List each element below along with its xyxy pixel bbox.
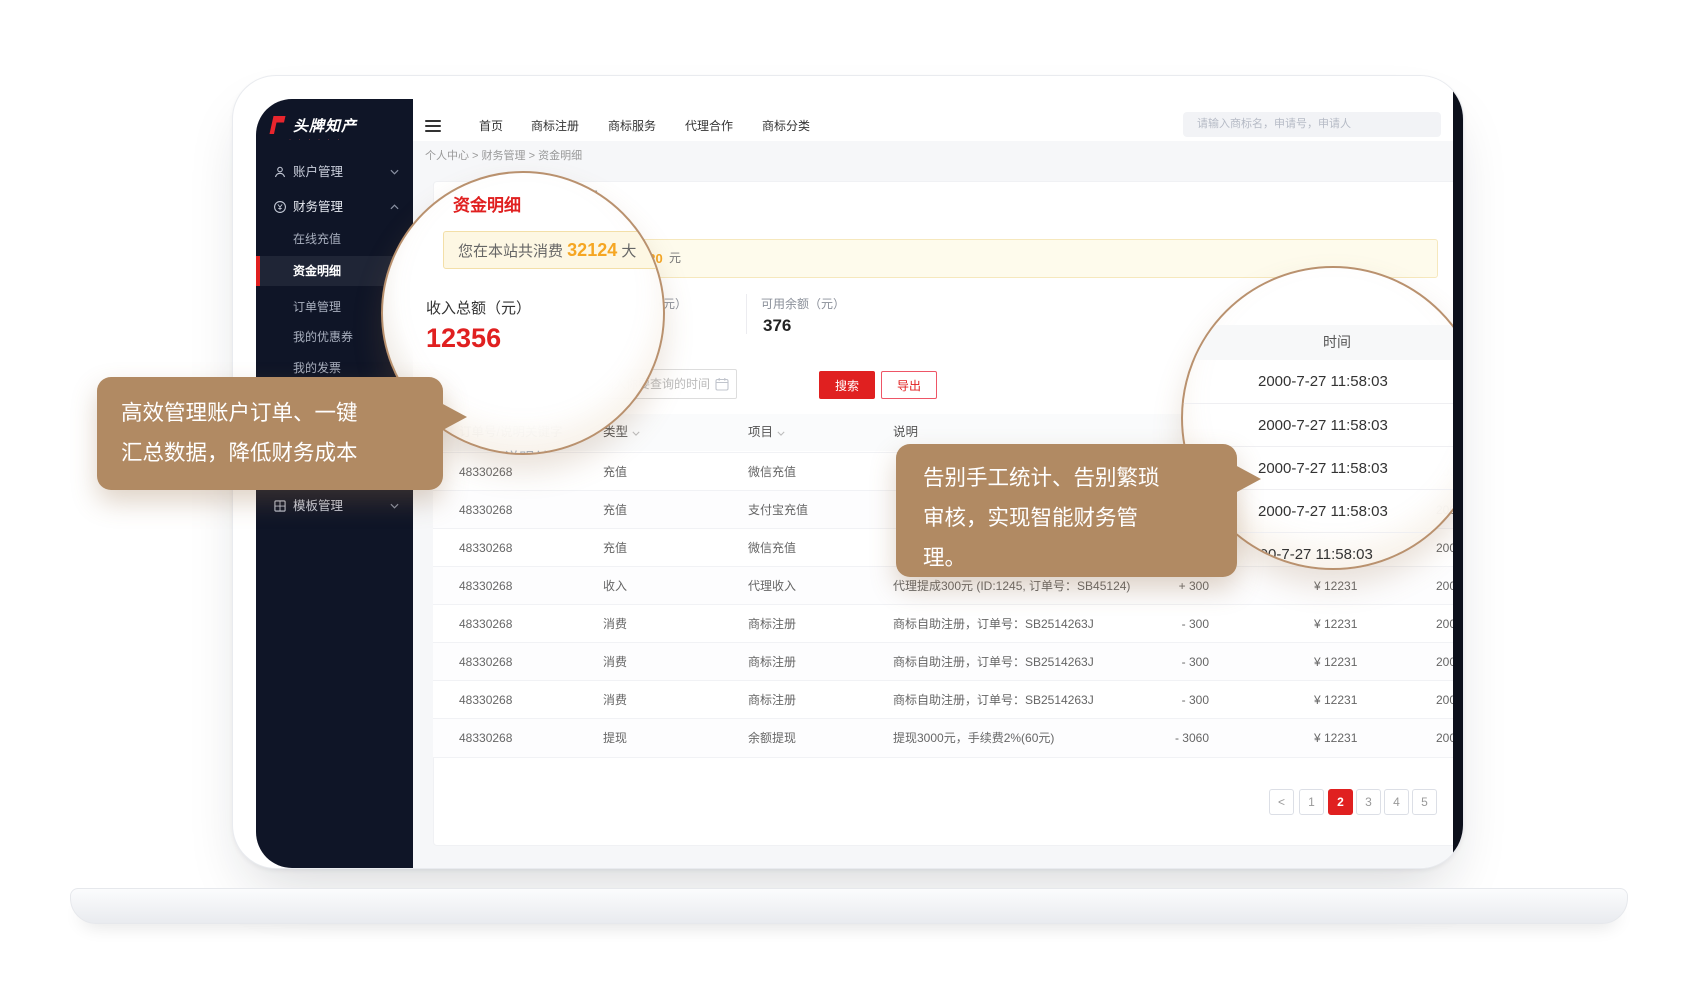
callout-left: 高效管理账户订单、一键 汇总数据，降低财务成本 [97, 377, 443, 490]
sidebar-item-templates[interactable]: 模板管理 [256, 491, 413, 521]
nav-trademark-service[interactable]: 商标服务 [608, 117, 656, 134]
logo[interactable]: 头牌知产 [266, 114, 357, 136]
breadcrumb: 个人中心 > 财务管理 > 资金明细 [413, 141, 1463, 171]
sidebar-item-account[interactable]: 账户管理 [256, 157, 413, 187]
sort-chevron-icon [777, 431, 785, 436]
magnified-time-row: 2000-7-27 11:58:03 [1183, 403, 1464, 447]
pagination-page-1[interactable]: 1 [1299, 789, 1324, 815]
magnified-banner: 您在本站共消费 32124 大 [443, 231, 665, 269]
balance-value: 376 [763, 316, 791, 336]
magnified-tab-label: 资金明细 [453, 191, 521, 216]
header-project[interactable]: 项目 [748, 414, 785, 451]
brand-name: 头牌知产 [293, 115, 357, 136]
callout-tail [441, 403, 467, 431]
brand-icon [266, 114, 288, 136]
magnified-income-value: 12356 [426, 323, 501, 354]
table-row: 48330268提现余额提现提现3000元，手续费2%(60元)- 3060¥ … [433, 718, 1463, 758]
laptop-base [70, 888, 1628, 924]
menu-icon[interactable] [425, 120, 441, 135]
nav-trademark-register[interactable]: 商标注册 [531, 117, 579, 134]
top-toolbar: 首页 商标注册 商标服务 代理合作 商标分类 请输入商标名，申请号，申请人 [413, 76, 1463, 142]
sort-chevron-icon [632, 431, 640, 436]
user-icon [273, 165, 287, 179]
callout-tail [1235, 465, 1261, 493]
pagination-prev[interactable]: < [1269, 789, 1294, 815]
callout-right: 告别手工统计、告别繁琐 审核，实现智能财务管 理。 [896, 444, 1237, 577]
magnified-time-header-band: 时间 [1183, 325, 1464, 360]
pagination-page-2-active[interactable]: 2 [1328, 789, 1353, 815]
nav-home[interactable]: 首页 [479, 117, 503, 134]
banner-unit: 元 [669, 240, 681, 277]
balance-label: 可用余额（元） [761, 295, 845, 312]
pagination-page-3[interactable]: 3 [1356, 789, 1381, 815]
export-button[interactable]: 导出 [881, 371, 937, 399]
nav-trademark-class[interactable]: 商标分类 [762, 117, 810, 134]
sidebar-item-finance[interactable]: 财务管理 [256, 192, 413, 222]
search-button[interactable]: 搜索 [819, 371, 875, 399]
stats-divider [746, 294, 747, 334]
chevron-up-icon [390, 204, 399, 210]
magnified-time-row: 2000-7-27 11:58:03 [1183, 360, 1464, 403]
global-search-input[interactable]: 请输入商标名，申请号，申请人 [1183, 112, 1441, 137]
finance-icon [273, 200, 287, 214]
template-icon [273, 499, 287, 513]
table-row: 48330268消费商标注册商标自助注册，订单号：SB2514263J- 300… [433, 642, 1463, 681]
sidebar-item-online-recharge[interactable]: 在线充值 [256, 224, 413, 254]
brand-tagline: · · · · · · [289, 137, 342, 143]
chevron-down-icon [390, 169, 399, 175]
magnified-time-header: 时间 [1323, 334, 1351, 350]
calendar-icon [715, 377, 729, 391]
pagination-page-5[interactable]: 5 [1412, 789, 1437, 815]
table-row: 48330268消费商标注册商标自助注册，订单号：SB2514263J- 300… [433, 680, 1463, 719]
nav-agency[interactable]: 代理合作 [685, 117, 733, 134]
laptop-bezel-edge [1453, 76, 1463, 868]
magnified-income-label: 收入总额（元） [426, 297, 531, 318]
table-row: 48330268消费商标注册商标自助注册，订单号：SB2514263J- 300… [433, 604, 1463, 643]
chevron-down-icon [390, 503, 399, 509]
pagination-page-4[interactable]: 4 [1384, 789, 1409, 815]
